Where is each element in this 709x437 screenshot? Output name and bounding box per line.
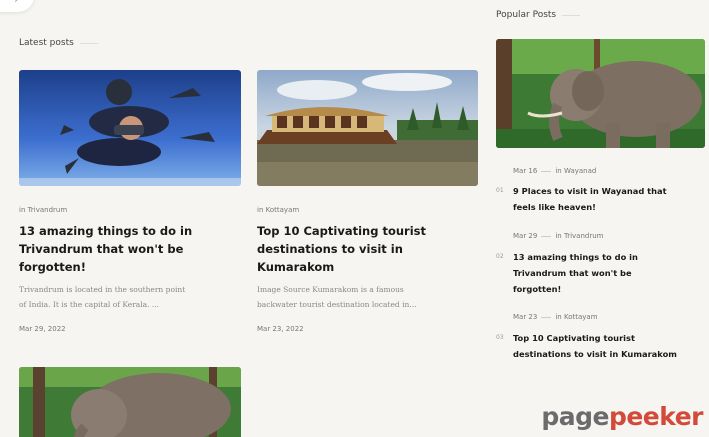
popular-item-number: 02: [496, 253, 504, 260]
category-prefix: in: [555, 232, 562, 240]
post-category: in Trivandrum: [19, 206, 67, 214]
category-link-kottayam[interactable]: Kottayam: [266, 206, 300, 214]
popular-item-number: 03: [496, 334, 504, 341]
popular-item-title[interactable]: 9 Places to visit in Wayanad that feels …: [513, 183, 703, 215]
popular-item-date: Mar 16: [513, 167, 538, 175]
meta-separator: [541, 316, 552, 318]
popular-title-line: feels like heaven!: [513, 202, 596, 212]
post-title-line: Trivandrum that won't be: [19, 242, 184, 256]
popular-item-number: 01: [496, 187, 504, 194]
watermark-part: peeker: [608, 402, 704, 431]
post-excerpt-line: Trivandrum is located in the southern po…: [19, 285, 186, 294]
meta-separator: [541, 235, 552, 237]
popular-item-title[interactable]: Top 10 Captivating tourist destinations …: [513, 330, 709, 362]
post-category: in Kottayam: [257, 206, 299, 214]
post-title-line: Kumarakom: [257, 260, 335, 274]
popular-item-date: Mar 29: [513, 232, 538, 240]
category-prefix: in: [19, 206, 26, 214]
popular-item-meta: Mar 29 in Trivandrum: [513, 232, 603, 240]
popular-title-line: 13 amazing things to do in: [513, 252, 638, 262]
category-link-trivandrum[interactable]: Trivandrum: [28, 206, 68, 214]
category-prefix: in: [555, 167, 562, 175]
post-title[interactable]: Top 10 Captivating tourist destinations …: [257, 222, 479, 276]
popular-posts-heading: Popular Posts: [496, 10, 581, 20]
latest-posts-heading-text: Latest posts: [19, 38, 74, 48]
category-link-kottayam[interactable]: Kottayam: [564, 313, 598, 321]
chevron-right-icon: ›: [14, 0, 19, 6]
popular-title-line: destinations to visit in Kumarakom: [513, 349, 677, 359]
post-image-elephant[interactable]: [19, 367, 241, 437]
post-date: Mar 23, 2022: [257, 325, 304, 333]
heading-divider: [79, 42, 98, 44]
post-title-line: Top 10 Captivating tourist: [257, 224, 426, 238]
latest-posts-heading: Latest posts: [19, 38, 98, 48]
popular-title-line: 9 Places to visit in Wayanad that: [513, 186, 667, 196]
post-image-houseboat[interactable]: [257, 70, 478, 186]
watermark-part: page: [541, 402, 609, 431]
heading-divider: [562, 14, 581, 16]
pagepeeker-watermark: pagepeeker: [541, 402, 703, 431]
category-prefix: in: [257, 206, 264, 214]
post-image-skydivers[interactable]: [19, 70, 241, 186]
popular-posts-heading-text: Popular Posts: [496, 10, 557, 20]
popular-title-line: forgotten!: [513, 284, 562, 294]
popular-item-meta: Mar 23 in Kottayam: [513, 313, 598, 321]
post-excerpt-line: backwater tourist destination located in…: [257, 300, 417, 309]
category-prefix: in: [555, 313, 562, 321]
meta-separator: [541, 170, 552, 172]
post-excerpt: Image Source Kumarakom is a famous backw…: [257, 282, 479, 312]
popular-item-title[interactable]: 13 amazing things to do in Trivandrum th…: [513, 249, 703, 297]
post-excerpt-line: Image Source Kumarakom is a famous: [257, 285, 404, 294]
category-link-wayanad[interactable]: Wayanad: [564, 167, 596, 175]
post-title[interactable]: 13 amazing things to do in Trivandrum th…: [19, 222, 241, 276]
post-excerpt-line: of India. It is the capital of Kerala. .…: [19, 300, 160, 309]
post-title-line: forgotten!: [19, 260, 86, 274]
post-date: Mar 29, 2022: [19, 325, 66, 333]
popular-item-meta: Mar 16 in Wayanad: [513, 167, 596, 175]
popular-title-line: Trivandrum that won't be: [513, 268, 632, 278]
back-button[interactable]: ›: [0, 0, 34, 12]
popular-item-date: Mar 23: [513, 313, 538, 321]
post-excerpt: Trivandrum is located in the southern po…: [19, 282, 241, 312]
category-link-trivandrum[interactable]: Trivandrum: [564, 232, 604, 240]
popular-title-line: Top 10 Captivating tourist: [513, 333, 635, 343]
post-title-line: 13 amazing things to do in: [19, 224, 193, 238]
post-title-line: destinations to visit in: [257, 242, 403, 256]
popular-image-elephant[interactable]: [496, 39, 705, 148]
